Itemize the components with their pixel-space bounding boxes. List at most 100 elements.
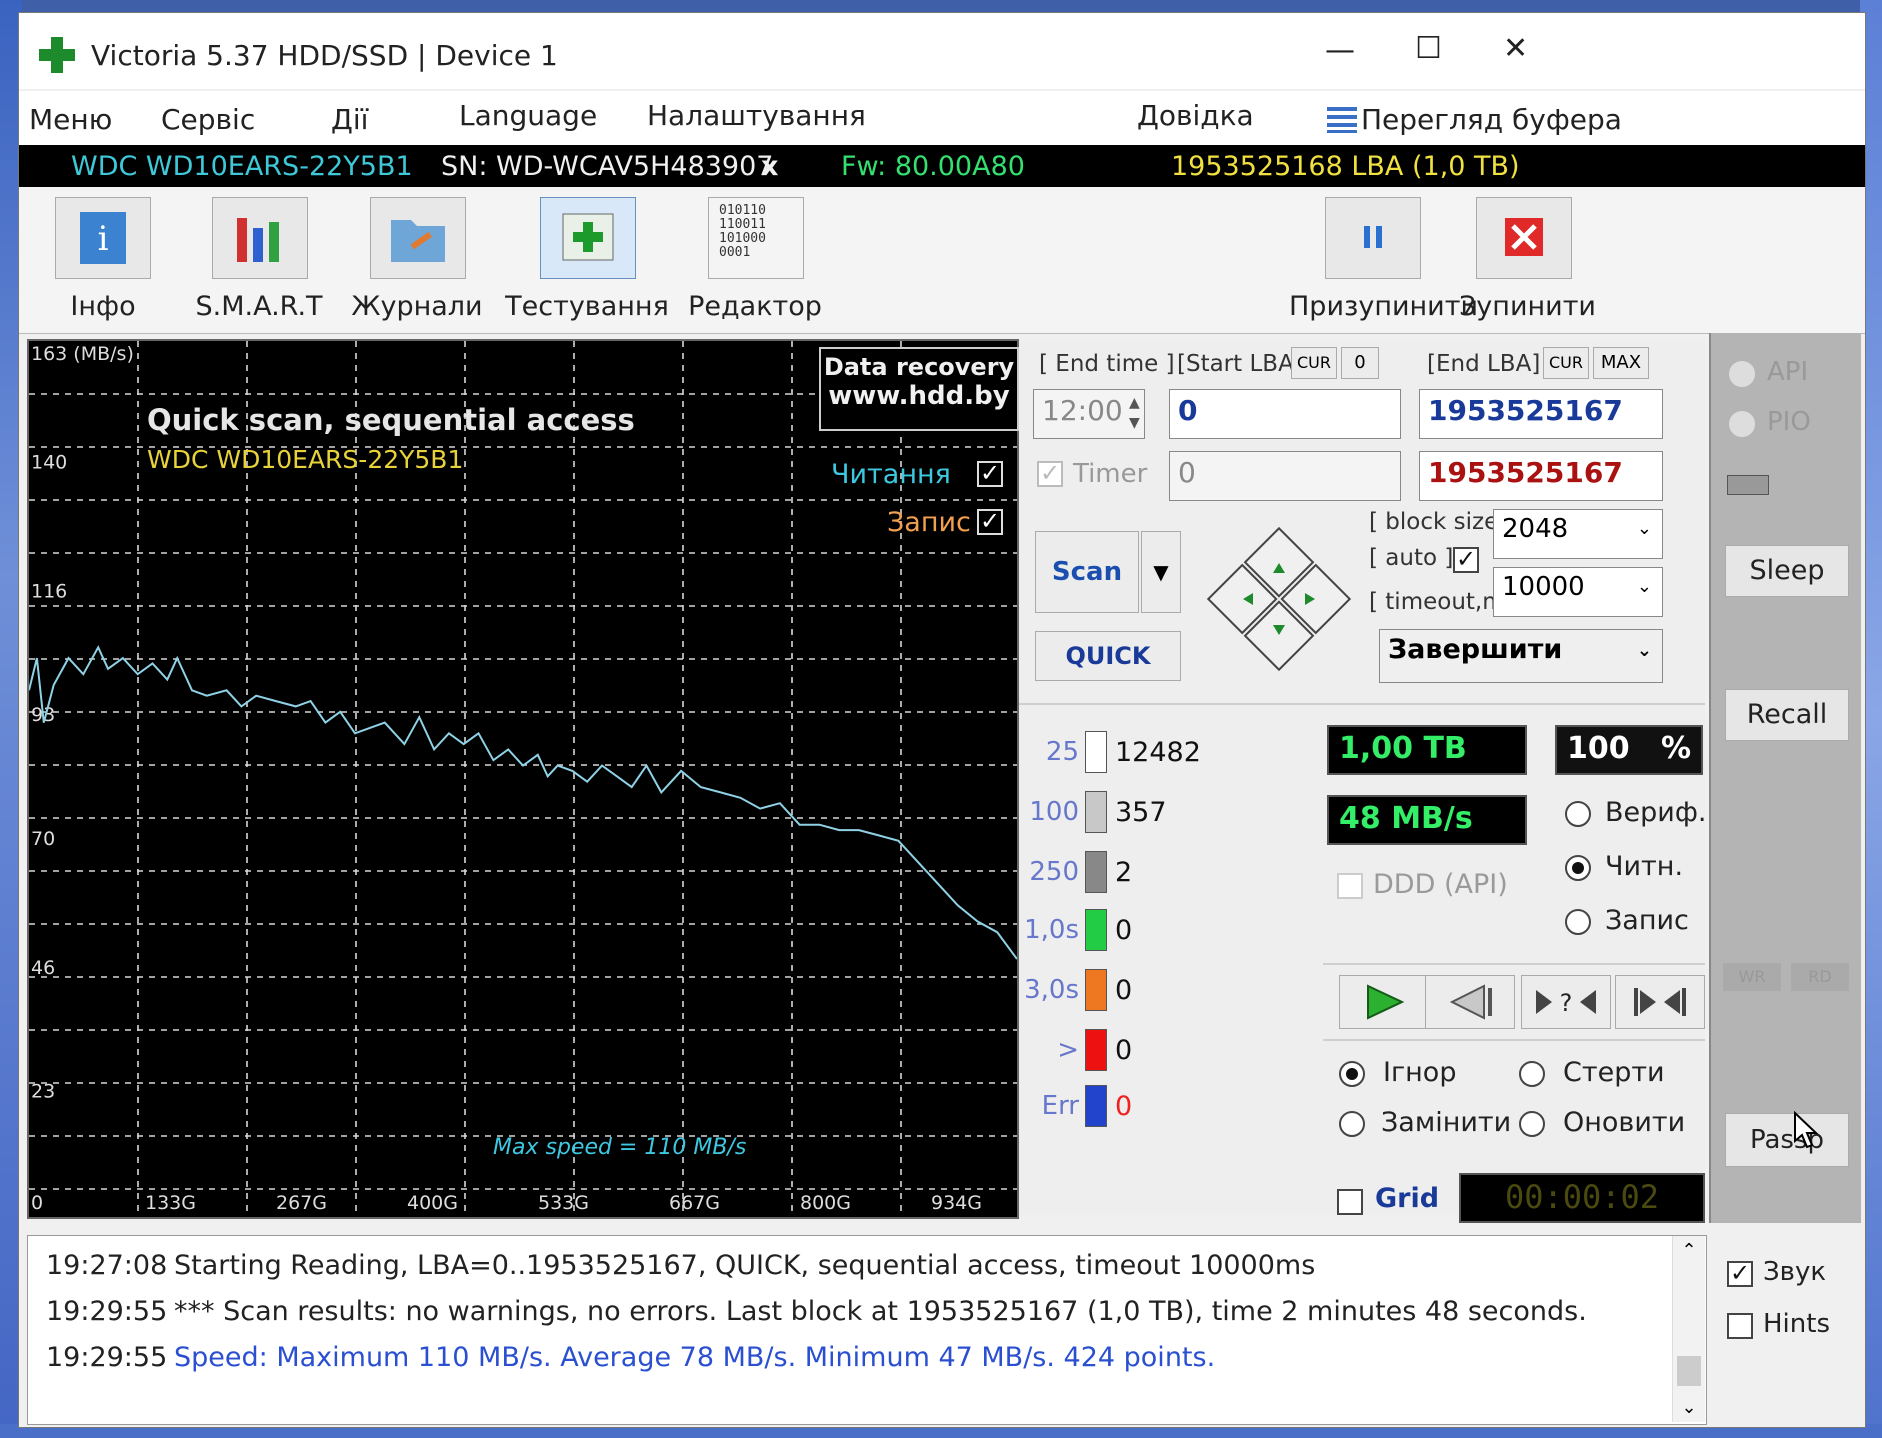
menu-item-actions[interactable]: Дії bbox=[331, 103, 368, 136]
scroll-up-icon[interactable]: ⌃ bbox=[1673, 1240, 1705, 1261]
butterfly-icon bbox=[1634, 988, 1686, 1016]
verify-radio[interactable] bbox=[1565, 801, 1591, 827]
auto-label: [ auto ] bbox=[1369, 545, 1454, 571]
erase-label: Стерти bbox=[1563, 1057, 1665, 1088]
speed-graph: 140 116 93 70 46 23 0 133G 267G 400G 533G 667G 800G 9… bbox=[27, 339, 1019, 1219]
legend-swatch[interactable] bbox=[1085, 969, 1107, 1011]
pause-button[interactable]: Призупинити bbox=[1289, 193, 1478, 333]
random-seek-button[interactable]: ? bbox=[1521, 975, 1611, 1029]
log-time: 19:29:55 bbox=[46, 1296, 168, 1327]
legend-count: 2 bbox=[1115, 857, 1133, 888]
port-indicator bbox=[1727, 475, 1769, 495]
play-button[interactable] bbox=[1339, 975, 1429, 1029]
legend-label: Err bbox=[1041, 1091, 1079, 1121]
start-lba-cur-button[interactable]: CUR bbox=[1291, 347, 1337, 379]
menu-item-help[interactable]: Довідка bbox=[1137, 99, 1254, 132]
passport-button[interactable]: Passp bbox=[1725, 1113, 1849, 1167]
menu-item-menu[interactable]: Меню bbox=[29, 103, 112, 136]
stop-icon bbox=[1476, 197, 1572, 279]
scanned-size-display: 1,00 TB bbox=[1327, 725, 1527, 775]
scan-dropdown-icon[interactable]: ▼ bbox=[1141, 531, 1181, 613]
recall-button[interactable]: Recall bbox=[1725, 689, 1849, 741]
logs-button[interactable]: Журнали bbox=[337, 193, 497, 333]
start-lba-zero-button[interactable]: 0 bbox=[1341, 347, 1379, 379]
start-lba-label: [Start LBA] bbox=[1177, 351, 1303, 377]
hints-checkbox[interactable] bbox=[1727, 1313, 1753, 1339]
pio-radio[interactable] bbox=[1729, 411, 1755, 437]
legend-swatch[interactable] bbox=[1085, 909, 1107, 951]
refresh-radio[interactable] bbox=[1519, 1111, 1545, 1137]
api-radio[interactable] bbox=[1729, 361, 1755, 387]
scroll-thumb[interactable] bbox=[1677, 1356, 1701, 1386]
legend-swatch[interactable] bbox=[1085, 1085, 1107, 1127]
timer-label: Timer bbox=[1073, 459, 1148, 489]
end-lba-max-button[interactable]: MAX bbox=[1593, 347, 1649, 379]
y-tick-label: 70 bbox=[31, 828, 55, 850]
maximize-button[interactable]: ☐ bbox=[1415, 31, 1442, 66]
timer-checkbox[interactable]: ✓ bbox=[1037, 461, 1063, 487]
promo-box[interactable]: Data recovery www.hdd.by bbox=[819, 347, 1019, 431]
grid-checkbox[interactable] bbox=[1337, 1189, 1363, 1215]
scan-label: Scan bbox=[1051, 557, 1123, 587]
legend-swatch[interactable] bbox=[1085, 731, 1107, 773]
butterfly-button[interactable] bbox=[1615, 975, 1705, 1029]
direction-pad[interactable] bbox=[1199, 519, 1359, 679]
menu-item-buffer-view[interactable]: Перегляд буфера bbox=[1361, 103, 1622, 136]
legend-label: 1,0s bbox=[1024, 915, 1079, 945]
device-close-x[interactable]: x bbox=[761, 151, 778, 182]
minimize-button[interactable]: — bbox=[1325, 33, 1355, 68]
smart-button[interactable]: S.M.A.R.T bbox=[179, 193, 339, 333]
end-lba-cur-button[interactable]: CUR bbox=[1543, 347, 1589, 379]
legend-label: 3,0s bbox=[1024, 975, 1079, 1005]
read-radio[interactable] bbox=[1565, 855, 1591, 881]
ignore-radio[interactable] bbox=[1339, 1061, 1365, 1087]
smart-label: S.M.A.R.T bbox=[195, 291, 323, 322]
write-radio[interactable] bbox=[1565, 909, 1591, 935]
log-time: 19:29:55 bbox=[46, 1342, 168, 1373]
replace-radio[interactable] bbox=[1339, 1111, 1365, 1137]
read-toggle-checkbox[interactable]: ✓ bbox=[977, 461, 1003, 487]
testing-button[interactable]: Тестування bbox=[497, 193, 677, 333]
legend-count: 0 bbox=[1115, 975, 1133, 1006]
sleep-button[interactable]: Sleep bbox=[1725, 545, 1849, 597]
end-lba-input[interactable]: 1953525167 bbox=[1419, 389, 1663, 439]
scroll-down-icon[interactable]: ⌄ bbox=[1673, 1397, 1705, 1418]
menu-item-service[interactable]: Сервіс bbox=[161, 103, 255, 136]
legend-count: 0 bbox=[1115, 1035, 1133, 1066]
start-lba-input[interactable]: 0 bbox=[1169, 389, 1401, 439]
editor-button[interactable]: 010110 110011 101000 0001 Редактор bbox=[675, 193, 835, 333]
timeout-select[interactable]: 10000 ⌄ bbox=[1493, 567, 1663, 617]
write-toggle-checkbox[interactable]: ✓ bbox=[977, 509, 1003, 535]
info-button[interactable]: i Інфо bbox=[33, 193, 173, 333]
finish-action-select[interactable]: Завершити ⌄ bbox=[1379, 629, 1663, 683]
legend-count: 12482 bbox=[1115, 737, 1201, 768]
legend-swatch[interactable] bbox=[1085, 1029, 1107, 1071]
buffer-list-icon bbox=[1327, 107, 1357, 133]
log-time: 19:27:08 bbox=[46, 1250, 168, 1281]
legend-swatch[interactable] bbox=[1085, 791, 1107, 833]
stop-button[interactable]: Зупинити bbox=[1459, 193, 1596, 333]
logs-label: Журнали bbox=[351, 291, 483, 322]
svg-text:i: i bbox=[98, 219, 109, 259]
close-button[interactable]: ✕ bbox=[1503, 31, 1528, 66]
end-lba-label: [End LBA] bbox=[1427, 351, 1541, 377]
block-size-select[interactable]: 2048 ⌄ bbox=[1493, 509, 1663, 559]
device-model[interactable]: WDC WD10EARS-22Y5B1 bbox=[71, 151, 413, 182]
legend-swatch[interactable] bbox=[1085, 851, 1107, 893]
menu-item-settings[interactable]: Налаштування bbox=[647, 99, 866, 132]
ddd-api-checkbox[interactable] bbox=[1337, 873, 1363, 899]
scan-button[interactable]: Scan bbox=[1035, 531, 1139, 613]
reverse-button[interactable] bbox=[1425, 975, 1515, 1029]
testing-label: Тестування bbox=[505, 291, 669, 322]
auto-block-size-checkbox[interactable]: ✓ bbox=[1453, 547, 1479, 573]
menu-item-language[interactable]: Language bbox=[459, 99, 597, 132]
log-scrollbar[interactable]: ⌃ ⌄ bbox=[1672, 1236, 1705, 1422]
end-time-spinner[interactable]: ▲ ▼ bbox=[1129, 393, 1140, 433]
legend-count: 0 bbox=[1115, 1091, 1133, 1122]
smart-icon bbox=[212, 197, 308, 279]
erase-radio[interactable] bbox=[1519, 1061, 1545, 1087]
sound-checkbox[interactable]: ✓ bbox=[1727, 1261, 1753, 1287]
quick-button[interactable]: QUICK bbox=[1035, 631, 1181, 681]
end-time-label: [ End time ] bbox=[1039, 351, 1175, 377]
device-capacity: 1953525168 LBA (1,0 TB) bbox=[1171, 151, 1520, 182]
